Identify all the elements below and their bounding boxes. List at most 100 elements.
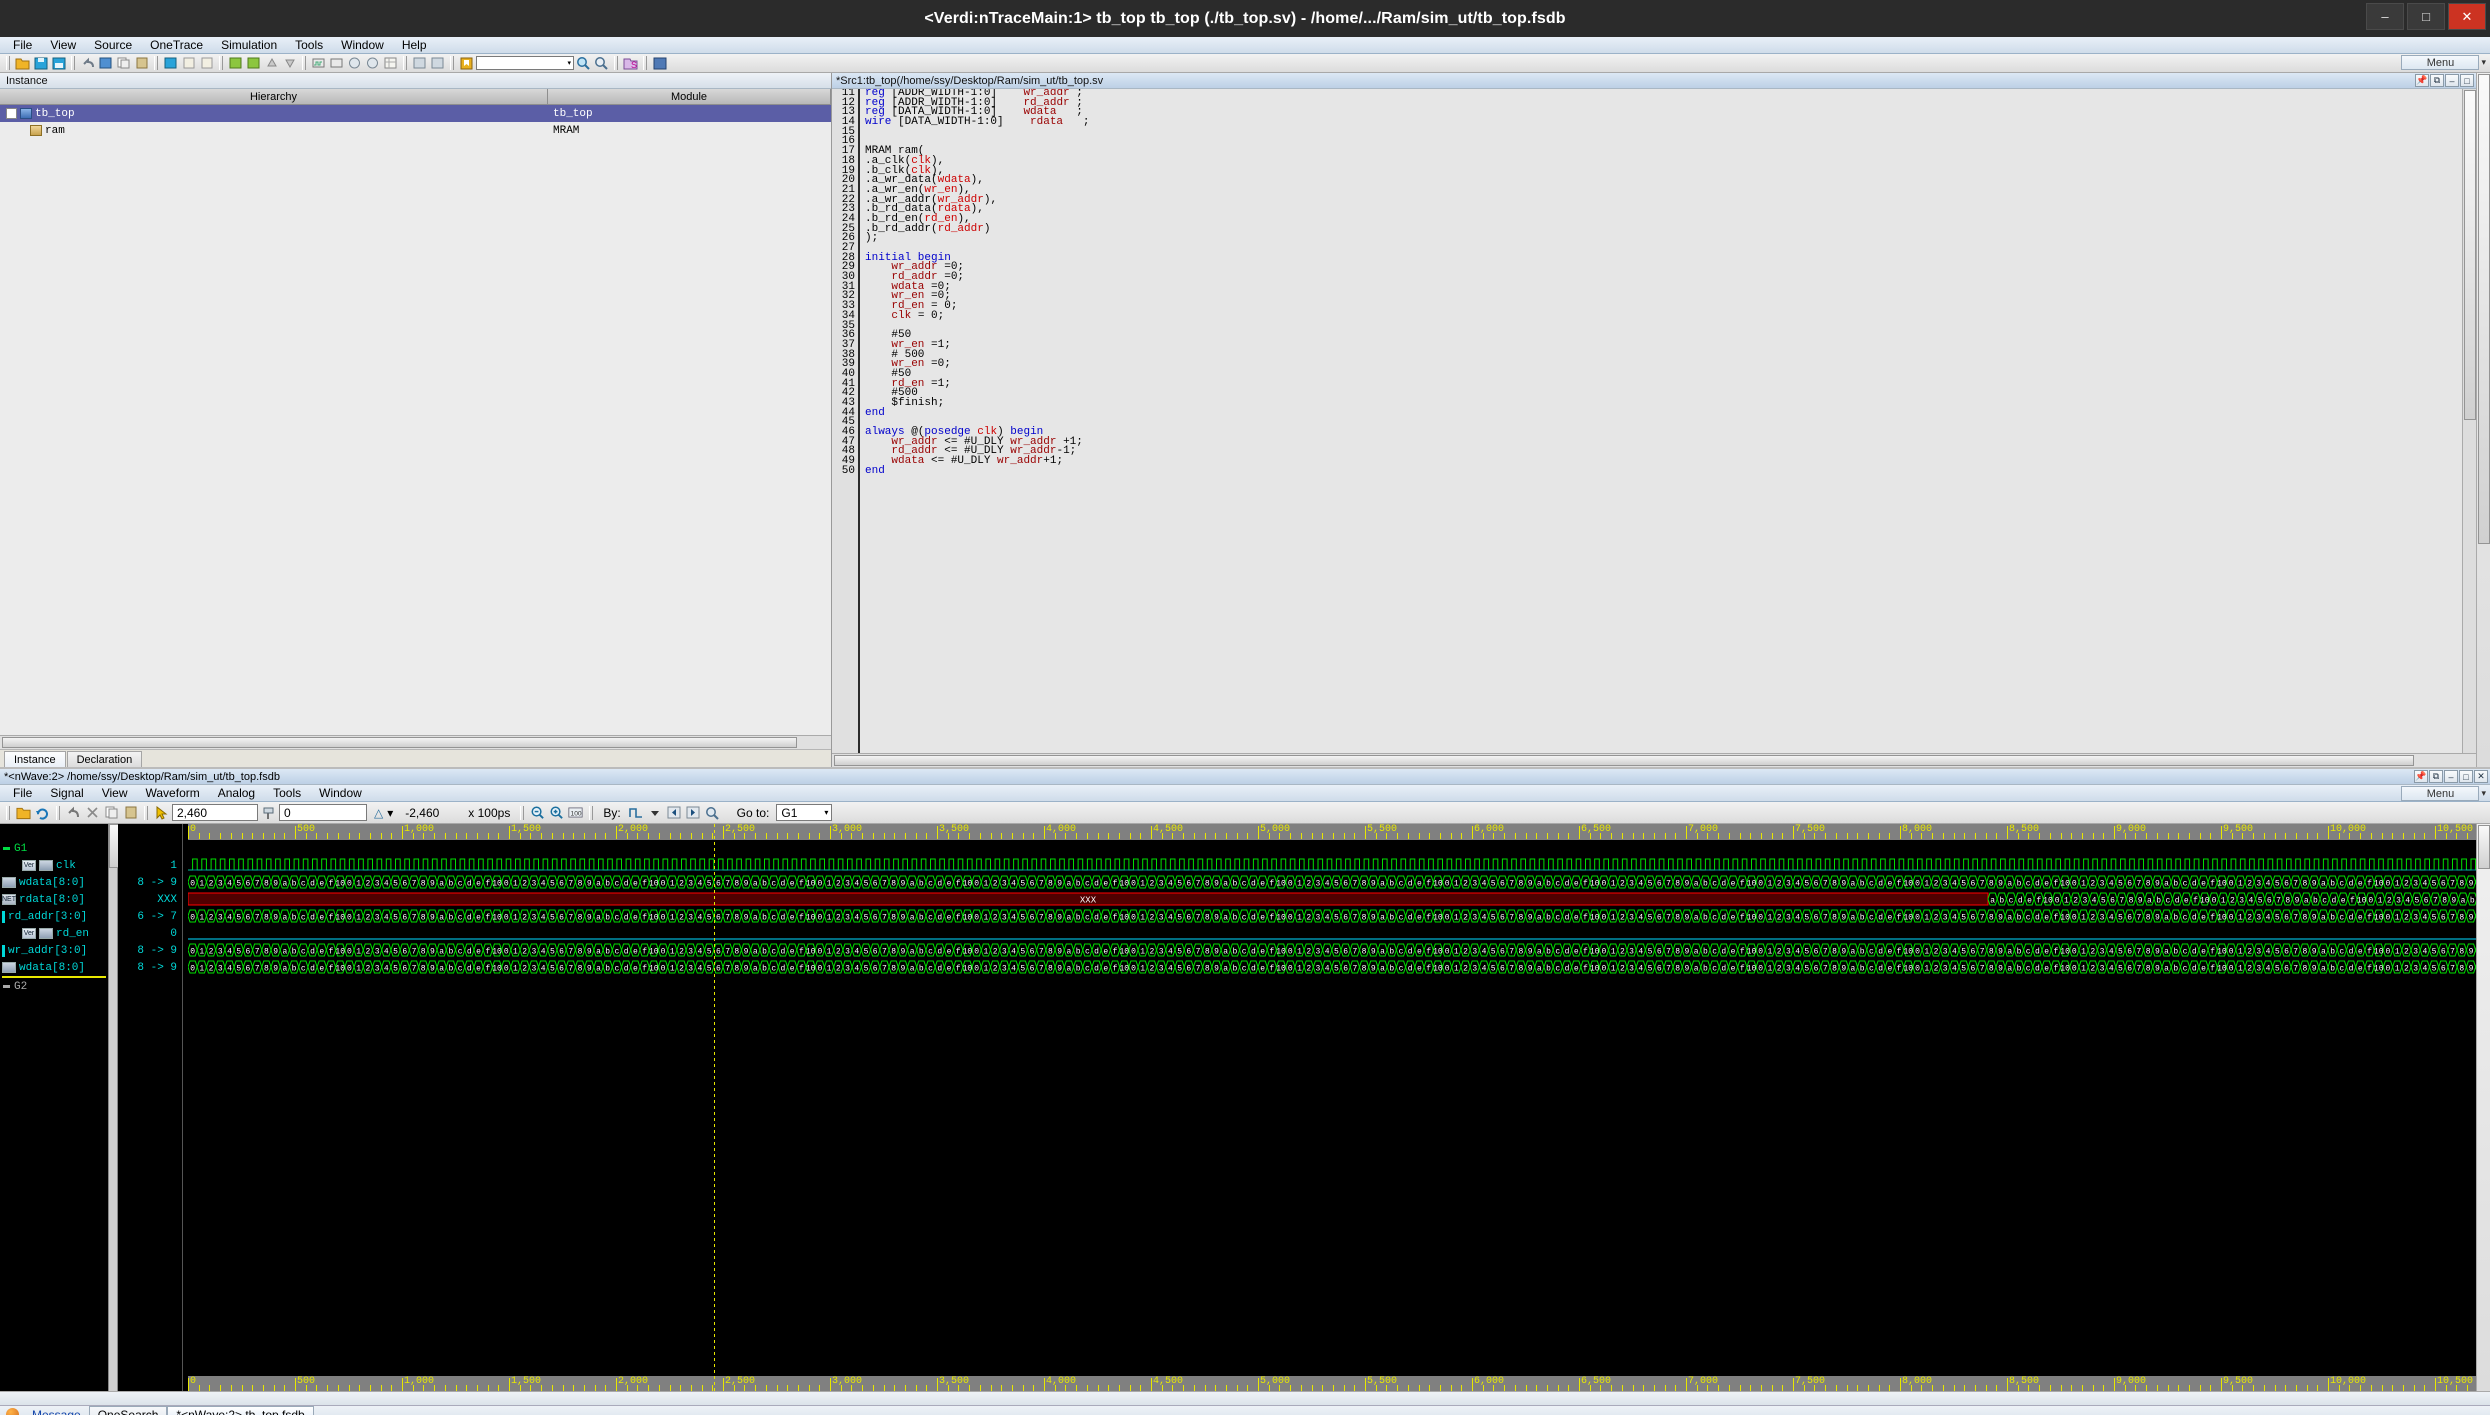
code-line[interactable]: .b_rd_addr(rd_addr) (865, 223, 2462, 235)
code-line[interactable]: rd_addr =0; (865, 272, 2462, 283)
arrow-down-icon[interactable] (281, 55, 298, 71)
wave-paste-icon[interactable] (122, 805, 139, 821)
search-waveform-icon[interactable] (704, 805, 721, 821)
code-line[interactable]: initial begin (865, 252, 2462, 264)
menu-file[interactable]: File (4, 37, 41, 54)
time-cursor-g1[interactable] (714, 824, 716, 1391)
wave-menu-analog[interactable]: Analog (209, 785, 264, 802)
wave-grip5-icon[interactable] (589, 805, 594, 820)
tab-onesearch[interactable]: OneSearch (88, 1406, 168, 1415)
minimize-button[interactable]: – (2366, 3, 2404, 30)
signal-row[interactable]: rd_addr[3:0] (0, 908, 108, 925)
source-code-text[interactable]: reg [ADDR_WIDTH-1:0] wr_addr ; reg [ADDR_… (860, 89, 2462, 753)
next-edge-icon[interactable] (685, 805, 702, 821)
open-folder-icon[interactable] (14, 55, 31, 71)
toolbar-grip6-icon[interactable] (403, 56, 407, 70)
tab-instance[interactable]: Instance (4, 751, 66, 767)
toolbar-grip8-icon[interactable] (614, 56, 618, 70)
code-line[interactable] (865, 418, 2462, 428)
waveform-window2-icon[interactable] (328, 55, 345, 71)
group-label-g1[interactable]: G1 (0, 840, 108, 857)
signal-row[interactable]: NET rdata[8:0] (0, 891, 108, 908)
time-ruler-top[interactable]: 0 500 1,000 1,500 2,000 2,500 3,000 3,500 4,000 4… (188, 824, 2476, 840)
signal-row[interactable]: wdata[8:0] (0, 874, 108, 891)
time-cursor-field[interactable]: 2,460 (172, 804, 258, 821)
document2-icon[interactable] (198, 55, 215, 71)
signal-row[interactable]: wdata[8:0] (0, 959, 108, 976)
document-icon[interactable] (180, 55, 197, 71)
run-icon[interactable] (227, 55, 244, 71)
save-icon[interactable] (32, 55, 49, 71)
column-header-module[interactable]: Module (548, 89, 831, 104)
code-line[interactable]: .a_wr_data(wdata), (865, 175, 2462, 186)
signal-list-scrollbar[interactable] (108, 824, 119, 1391)
code-line[interactable]: rd_en =1; (865, 378, 2462, 390)
fsm-icon[interactable] (364, 55, 381, 71)
toolbar-grip5-icon[interactable] (302, 56, 306, 70)
compile-icon[interactable] (162, 55, 179, 71)
wave-menu-waveform[interactable]: Waveform (137, 785, 209, 802)
source-minimize-icon[interactable]: – (2445, 74, 2459, 87)
workspace-scroll-thumb[interactable] (2478, 74, 2490, 544)
schematic-icon[interactable] (346, 55, 363, 71)
code-line[interactable]: .a_wr_addr(wr_addr), (865, 194, 2462, 206)
group-label-g2[interactable]: G2 (0, 978, 108, 995)
source-code-view[interactable]: 11 12 13 14 15 16 17 18 19 20 21 22 23 24 25 26 27 28 29 30… (832, 89, 2476, 753)
code-line[interactable]: MRAM ram( (865, 146, 2462, 157)
nwave-menu-caret-icon[interactable]: ▾ (2481, 788, 2486, 799)
menu-source[interactable]: Source (85, 37, 141, 54)
code-line[interactable]: reg [DATA_WIDTH-1:0] wdata ; (865, 107, 2462, 118)
wave-grip4-icon[interactable] (520, 805, 525, 820)
code-line[interactable]: wr_en =1; (865, 339, 2462, 351)
code-line[interactable]: end (865, 407, 2462, 419)
tab-message[interactable]: Message (24, 1406, 89, 1415)
menu-onetrace[interactable]: OneTrace (141, 37, 212, 54)
wave-cut-icon[interactable] (84, 805, 101, 821)
code-line[interactable]: rd_en = 0; (865, 301, 2462, 312)
menu-view[interactable]: View (41, 37, 85, 54)
tab-nwave-fsdb[interactable]: *<nWave:2> tb_top.fsdb (167, 1406, 314, 1415)
menu-window[interactable]: Window (332, 37, 393, 54)
code-line[interactable] (865, 244, 2462, 254)
code-line[interactable]: # 500 (865, 349, 2462, 361)
marker-time-field[interactable]: 0 (279, 804, 367, 821)
close-button[interactable]: ✕ (2448, 3, 2486, 30)
pointer-cursor-icon[interactable] (153, 805, 170, 821)
hierarchy-horizontal-scrollbar[interactable] (0, 735, 831, 749)
waveform-vscroll-thumb[interactable] (2478, 825, 2490, 869)
hierarchy-scroll-thumb[interactable] (2, 737, 797, 748)
expander-minus-icon[interactable]: – (6, 108, 17, 119)
search-next-icon[interactable] (593, 55, 610, 71)
undo-icon[interactable] (79, 55, 96, 71)
toolbar-grip-icon[interactable] (6, 56, 10, 70)
wave-menu-tools[interactable]: Tools (264, 785, 310, 802)
toolbar-menu-caret-icon[interactable]: ▾ (2481, 57, 2486, 68)
tab-declaration[interactable]: Declaration (66, 751, 143, 767)
source-horizontal-scrollbar[interactable] (832, 753, 2476, 767)
search-combo[interactable]: ▾ (476, 56, 574, 70)
restore-icon[interactable]: ⧉ (2430, 74, 2444, 87)
code-line[interactable]: rd_addr <= #U_DLY wr_addr-1; (865, 446, 2462, 457)
source-scroll-thumb[interactable] (2464, 90, 2476, 420)
signal-row[interactable]: Ver clk (0, 857, 108, 874)
waveform-plot-area[interactable]: 0 1 2 3 4 5 6 7 8 9 a b c d e f 10 0 1 2 3 4 5 6 7 8 9 a b c d e f 10 0 1 2 3… (188, 840, 2476, 1374)
signal-row[interactable]: Ver rd_en (0, 925, 108, 942)
wave-grip1-icon[interactable] (6, 805, 10, 820)
wave-grip2-icon[interactable] (56, 805, 60, 820)
code-line[interactable]: clk = 0; (865, 310, 2462, 322)
trace-icon[interactable] (411, 55, 428, 71)
toolbar-menu-button[interactable]: Menu (2401, 55, 2480, 70)
code-line[interactable]: wr_addr =0; (865, 262, 2462, 273)
code-line[interactable]: $finish; (865, 398, 2462, 409)
toolbar-grip2-icon[interactable] (71, 56, 75, 70)
code-line[interactable]: ); (865, 233, 2462, 244)
toolbar-grip3-icon[interactable] (154, 56, 158, 70)
new-window-icon[interactable] (97, 55, 114, 71)
wave-grip3-icon[interactable] (144, 805, 148, 820)
menu-help[interactable]: Help (393, 37, 436, 54)
code-line[interactable]: #500 (865, 388, 2462, 399)
tree-row-ram[interactable]: ram MRAM (0, 122, 831, 139)
wave-undo-icon[interactable] (65, 805, 82, 821)
by-edge-icon[interactable] (628, 805, 645, 821)
code-line[interactable]: .b_rd_en(rd_en), (865, 213, 2462, 225)
